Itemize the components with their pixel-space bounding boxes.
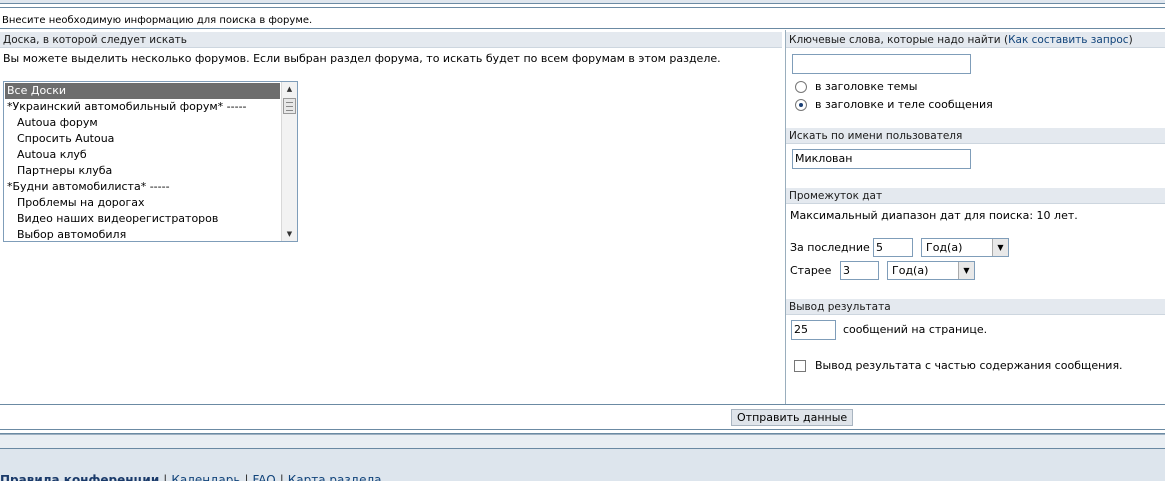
top-strip [0, 0, 1165, 4]
older-label: Старее [790, 264, 832, 277]
map-link[interactable]: Карта раздела [288, 473, 382, 481]
keywords-header: Ключевые слова, которые надо найти (Как … [786, 32, 1165, 48]
excerpt-checkbox[interactable] [794, 360, 806, 372]
last-unit-value: Год(а) [926, 241, 963, 254]
forum-list-item[interactable]: Проблемы на дорогах [5, 195, 280, 211]
faq-link[interactable]: FAQ [252, 473, 275, 481]
forum-list-item[interactable]: Видео наших видеорегистраторов [5, 211, 280, 227]
results-header: Вывод результата [786, 299, 1165, 315]
option-title-body-label: в заголовке и теле сообщения [815, 98, 993, 111]
keywords-help-close: ) [1128, 34, 1133, 46]
dates-note: Максимальный диапазон дат для поиска: 10… [790, 209, 1078, 222]
dates-header: Промежуток дат [786, 188, 1165, 204]
user-search-block: Искать по имени пользователя Миклован [786, 128, 1165, 169]
per-page-input[interactable]: 25 [791, 320, 836, 340]
keywords-header-label: Ключевые слова, которые надо найти [789, 34, 1001, 46]
scroll-up-icon[interactable]: ▲ [282, 82, 297, 96]
board-pane: Доска, в которой следует искать Вы может… [0, 30, 786, 404]
scroll-down-icon[interactable]: ▼ [282, 227, 297, 241]
keywords-help-link[interactable]: Как составить запрос [1008, 34, 1129, 46]
board-description: Вы можете выделить несколько форумов. Ес… [3, 52, 721, 65]
forum-items: Все Доски *Украинский автомобильный форум… [5, 83, 280, 241]
option-title-only-label: в заголовке темы [815, 80, 918, 93]
footer-separator: | [279, 473, 284, 481]
last-unit-select[interactable]: Год(а) ▼ [921, 238, 1009, 257]
forum-list-item[interactable]: Autoua клуб [5, 147, 280, 163]
footer-separator: | [163, 473, 168, 481]
forum-list-scrollbar[interactable]: ▲ ▼ [281, 82, 297, 241]
footer-separator: | [244, 473, 249, 481]
board-header: Доска, в которой следует искать [0, 32, 782, 48]
top-divider [0, 7, 1165, 8]
footer-links: Правила конференции | Календарь | FAQ | Карта … [0, 473, 381, 481]
last-years-input[interactable]: 5 [873, 238, 913, 257]
chevron-down-icon[interactable]: ▼ [992, 239, 1008, 256]
calendar-link[interactable]: Календарь [171, 473, 240, 481]
intro-text: Внесите необходимую информацию для поиск… [0, 12, 1165, 29]
radio-title-body[interactable] [795, 99, 807, 111]
keywords-block: Ключевые слова, которые надо найти (Как … [786, 32, 1165, 111]
forum-list-item[interactable]: Все Доски [5, 83, 280, 99]
submit-button[interactable]: Отправить данные [731, 409, 854, 426]
footer-band [0, 435, 1165, 449]
radio-title-only[interactable] [795, 81, 807, 93]
submit-area: Отправить данные [731, 409, 854, 426]
excerpt-label: Вывод результата с частью содержания соо… [815, 359, 1123, 372]
older-unit-value: Год(а) [892, 264, 929, 277]
keywords-input[interactable] [792, 54, 971, 74]
forum-list-item[interactable]: *Украинский автомобильный форум* ----- [5, 99, 280, 115]
chevron-down-icon[interactable]: ▼ [958, 262, 974, 279]
forum-list-item[interactable]: Спросить Autoua [5, 131, 280, 147]
last-label: За последние [790, 241, 870, 254]
scroll-thumb[interactable] [283, 98, 296, 114]
forum-list-item[interactable]: *Будни автомобилиста* ----- [5, 179, 280, 195]
forum-list-item[interactable]: Autoua форум [5, 115, 280, 131]
option-title-body[interactable]: в заголовке и теле сообщения [795, 97, 993, 113]
page-footer: Правила конференции | Календарь | FAQ | Карта … [0, 434, 1165, 481]
options-pane: Ключевые слова, которые надо найти (Как … [786, 30, 1165, 404]
forum-list-item[interactable]: Выбор автомобиля [5, 227, 280, 241]
forum-list-item[interactable]: Партнеры клуба [5, 163, 280, 179]
username-input[interactable]: Миклован [792, 149, 971, 169]
per-page-label: сообщений на странице. [843, 323, 988, 336]
rules-link[interactable]: Правила конференции [0, 473, 159, 481]
dates-block: Промежуток дат Максимальный диапазон дат… [786, 188, 1165, 280]
forum-listbox[interactable]: Все Доски *Украинский автомобильный форум… [3, 81, 298, 242]
option-title-only[interactable]: в заголовке темы [795, 79, 917, 95]
excerpt-option[interactable]: Вывод результата с частью содержания соо… [794, 358, 1123, 374]
form-bottom-divider [0, 404, 1165, 405]
user-search-header: Искать по имени пользователя [786, 128, 1165, 144]
older-years-input[interactable]: 3 [840, 261, 879, 280]
older-unit-select[interactable]: Год(а) ▼ [887, 261, 975, 280]
results-block: Вывод результата 25 сообщений на страниц… [786, 299, 1165, 372]
